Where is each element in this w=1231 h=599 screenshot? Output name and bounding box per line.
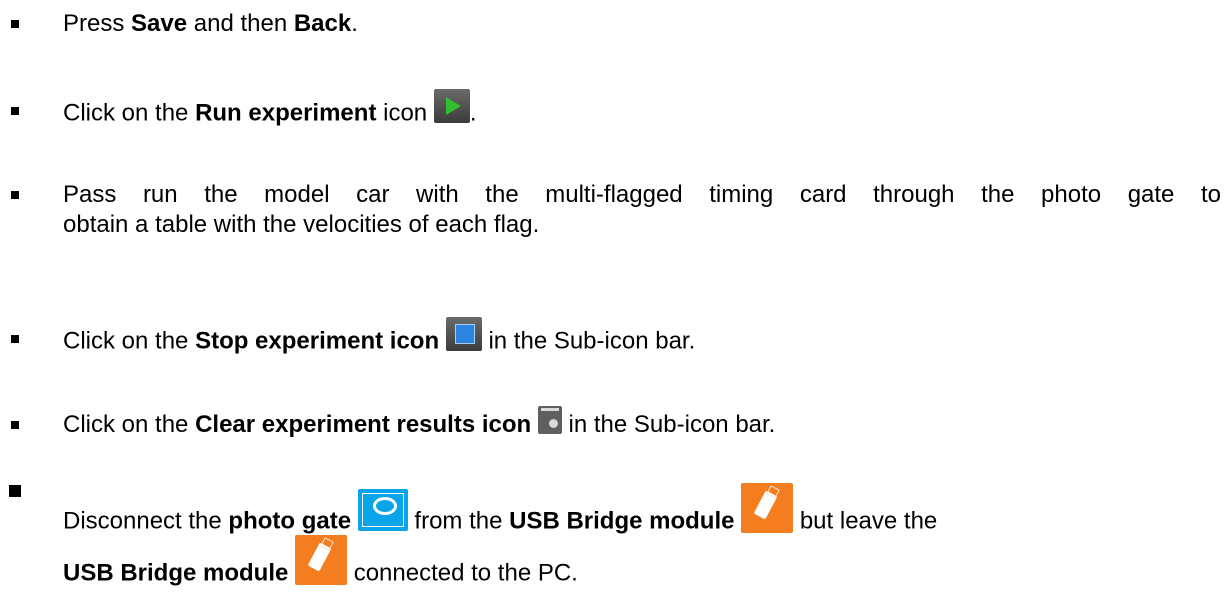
photo-gate-icon xyxy=(357,489,408,531)
step-text: Click on the Run experiment icon . xyxy=(63,89,476,131)
bullet xyxy=(11,107,19,115)
run-experiment-icon xyxy=(433,89,470,123)
usb-bridge-module-label: USB Bridge module xyxy=(509,507,735,535)
paragraph-line-1: Pass run the model car with the multi-fl… xyxy=(63,181,1221,208)
step-text: Click on the Stop experiment icon in the… xyxy=(63,317,695,359)
run-experiment-label: Run experiment xyxy=(195,99,377,127)
usb-bridge-module-icon xyxy=(295,535,348,585)
paragraph-line-2: obtain a table with the velocities of ea… xyxy=(63,211,540,238)
usb-bridge-module-label-2: USB Bridge module xyxy=(63,559,289,587)
stop-experiment-icon xyxy=(445,317,482,351)
save-label: Save xyxy=(131,10,188,37)
bullet xyxy=(11,20,19,28)
bullet xyxy=(9,485,21,497)
back-label: Back xyxy=(293,10,352,37)
step-paragraph: Pass run the model car with the multi-fl… xyxy=(63,180,1223,240)
step-text: Press Save and then Back. xyxy=(63,10,358,37)
step-text-line-1: Disconnect the photo gate from the USB B… xyxy=(63,483,937,547)
usb-bridge-module-icon xyxy=(741,483,794,533)
bullet xyxy=(11,335,19,343)
photo-gate-label: photo gate xyxy=(228,507,352,535)
bullet xyxy=(11,421,19,429)
stop-experiment-label: Stop experiment icon xyxy=(195,327,440,355)
clear-experiment-results-icon xyxy=(537,405,562,434)
clear-experiment-results-label: Clear experiment results icon xyxy=(195,411,532,438)
step-text: Click on the Clear experiment results ic… xyxy=(63,405,775,440)
step-text-line-2: USB Bridge module connected to the PC. xyxy=(63,535,578,599)
bullet xyxy=(11,191,19,199)
